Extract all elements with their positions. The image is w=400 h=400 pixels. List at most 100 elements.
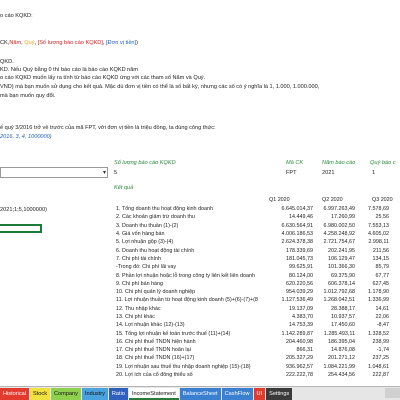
tab-cashflow[interactable]: CashFlow: [221, 387, 253, 400]
row-value[interactable]: 1.084.221,99: [315, 363, 357, 371]
selected-cell[interactable]: [0, 224, 42, 233]
table-row[interactable]: 5. Lợi nhuận gộp (3)-(4) 2.624.378,38 2.72…: [114, 238, 391, 246]
row-value[interactable]: 936.962,57: [273, 363, 315, 371]
table-row[interactable]: 10. Chi phí quản lý doanh nghiệp 954.039,…: [114, 288, 391, 296]
table-row[interactable]: -Trong đó: Chi phí lãi vay 99.625,91 101.3…: [114, 263, 391, 271]
table-row[interactable]: 18. Chi phí thuế TNDN (16)+(17) 205.327,2…: [114, 354, 391, 362]
row-value[interactable]: 28.388,17: [315, 305, 357, 313]
row-value[interactable]: 14.753,39: [273, 321, 315, 329]
row-value[interactable]: 134,15: [357, 255, 391, 263]
row-value[interactable]: 1.268.042,51: [315, 296, 357, 304]
row-value[interactable]: 4.258.248,92: [315, 230, 357, 238]
formula-cell-text[interactable]: 2021;1;5,1000000): [0, 207, 47, 213]
tab-settings[interactable]: Settings: [266, 387, 293, 400]
table-row[interactable]: 16. Chi phí thuế TNDN hiện hành 204.460,9…: [114, 338, 391, 346]
row-value[interactable]: 186.395,04: [315, 338, 357, 346]
tab-balancesheet[interactable]: BalanceSheet: [179, 387, 221, 400]
table-row[interactable]: 14. Lợi nhuận khác (12)-(13) 14.753,39 17.…: [114, 321, 391, 329]
row-value[interactable]: 6.980.002,50: [315, 222, 357, 230]
row-value[interactable]: 1.012.792,68: [315, 288, 357, 296]
table-row[interactable]: 2. Các khoản giảm trừ doanh thu 14.449,46…: [114, 213, 391, 221]
spreadsheet-grid[interactable]: o cáo KQKD: CK,Năm, Quý, [Số lượng báo c…: [0, 0, 400, 386]
tab-stock[interactable]: Stock: [30, 387, 51, 400]
table-row[interactable]: 19. Lợi nhuận sau thuế thu nhập doanh ng…: [114, 363, 391, 371]
table-row[interactable]: 11. Lợi nhuận thuần từ hoạt động kinh do…: [114, 296, 391, 304]
row-value[interactable]: 2.721.754,67: [315, 238, 357, 246]
tab-ratio[interactable]: Ratio: [108, 387, 128, 400]
table-row[interactable]: 17. Chi phí thuế TNDN hoãn lại 866,31 14.8…: [114, 346, 391, 354]
row-value[interactable]: 22,06: [357, 313, 391, 321]
row-value[interactable]: 4.383,70: [273, 313, 315, 321]
table-row[interactable]: 20. Lợi ích của cổ đông thiểu số 222.222,…: [114, 371, 391, 379]
row-value[interactable]: 19.137,09: [273, 305, 315, 313]
row-value[interactable]: 1.328,52: [357, 329, 391, 337]
row-value[interactable]: 1.285.493,11: [315, 329, 357, 337]
row-value[interactable]: 204.460,98: [273, 338, 315, 346]
row-value[interactable]: 254.434,56: [315, 371, 357, 379]
row-value[interactable]: 6.630.564,91: [273, 222, 315, 230]
report-dropdown[interactable]: ▾: [0, 167, 108, 178]
tab-ui[interactable]: UI: [253, 387, 266, 400]
row-value[interactable]: 222.222,78: [273, 371, 315, 379]
row-value[interactable]: 14.876,08: [315, 346, 357, 354]
row-value[interactable]: 6.645.014,37: [273, 205, 315, 213]
row-value[interactable]: 954.039,29: [273, 288, 315, 296]
slbc-value[interactable]: 5: [114, 170, 117, 176]
mack-value[interactable]: FPT: [286, 170, 297, 176]
quy-value[interactable]: 1: [372, 170, 375, 176]
row-value[interactable]: 181.045,73: [273, 255, 315, 263]
row-value[interactable]: 106.129,47: [315, 255, 357, 263]
row-value[interactable]: 14.449,46: [273, 213, 315, 221]
row-value[interactable]: 222,87: [357, 371, 391, 379]
row-value[interactable]: 14,61: [357, 305, 391, 313]
row-value[interactable]: 620.220,56: [273, 280, 315, 288]
row-value[interactable]: 99.625,91: [273, 263, 315, 271]
tab-historical[interactable]: Historical: [0, 387, 30, 400]
row-value[interactable]: 10.937,57: [315, 313, 357, 321]
table-row[interactable]: 12. Thu nhập khác 19.137,09 28.388,17 14,61: [114, 305, 391, 313]
row-value[interactable]: 6.997.263,49: [315, 205, 357, 213]
table-row[interactable]: 6. Doanh thu hoạt động tài chính 178.339,…: [114, 246, 391, 254]
tab-industry[interactable]: Industry: [81, 387, 108, 400]
row-value[interactable]: 1.178,90: [357, 288, 391, 296]
nam-value[interactable]: 2021: [322, 170, 334, 176]
row-value[interactable]: 211,56: [357, 246, 391, 254]
tab-company[interactable]: Company: [51, 387, 81, 400]
row-value[interactable]: -1,74: [357, 346, 391, 354]
row-value[interactable]: -8,47: [357, 321, 391, 329]
table-row[interactable]: 1. Tổng doanh thu hoạt động kinh doanh 6.…: [114, 205, 391, 213]
row-value[interactable]: 25.56: [357, 213, 391, 221]
row-value[interactable]: 238,99: [357, 338, 391, 346]
row-value[interactable]: 69.375,90: [315, 271, 357, 279]
row-value[interactable]: 67,77: [357, 271, 391, 279]
row-value[interactable]: 202.241,95: [315, 246, 357, 254]
row-value[interactable]: 85,79: [357, 263, 391, 271]
row-value[interactable]: 7.553,13: [357, 222, 391, 230]
row-value[interactable]: 237,25: [357, 354, 391, 362]
horizontal-scrollbar[interactable]: [385, 388, 400, 398]
row-value[interactable]: 627,45: [357, 280, 391, 288]
table-row[interactable]: 8. Phần lợi nhuận hoặc lỗ trong công ty …: [114, 271, 391, 279]
table-row[interactable]: 15. Tổng lợi nhuận kế toán trước thuế (1…: [114, 329, 391, 337]
row-value[interactable]: 4.006.186,53: [273, 230, 315, 238]
row-value[interactable]: 205.327,29: [273, 354, 315, 362]
row-value[interactable]: 2.624.378,38: [273, 238, 315, 246]
row-value[interactable]: 80.124,00: [273, 271, 315, 279]
row-value[interactable]: 17.450,60: [315, 321, 357, 329]
row-value[interactable]: 201.271,12: [315, 354, 357, 362]
row-value[interactable]: 1.142.289,87: [273, 329, 315, 337]
chevron-down-icon[interactable]: ▾: [103, 169, 106, 176]
row-value[interactable]: 2.998,11: [357, 238, 391, 246]
row-value[interactable]: 17.260,99: [315, 213, 357, 221]
tab-incomestatement[interactable]: IncomeStatement: [128, 387, 179, 400]
table-row[interactable]: 13. Chi phí khác 4.383,70 10.937,57 22,06: [114, 313, 391, 321]
row-value[interactable]: 1.127.536,49: [273, 296, 315, 304]
row-value[interactable]: 178.339,69: [273, 246, 315, 254]
table-row[interactable]: 3. Doanh thu thuần (1)-(2) 6.630.564,91 6.…: [114, 222, 391, 230]
row-value[interactable]: 1.336,99: [357, 296, 391, 304]
row-value[interactable]: 101.366,30: [315, 263, 357, 271]
row-value[interactable]: 1.048,61: [357, 363, 391, 371]
row-value[interactable]: 606.378,14: [315, 280, 357, 288]
row-value[interactable]: 866,31: [273, 346, 315, 354]
table-row[interactable]: 9. Chi phí bán hàng 620.220,56 606.378,14 6…: [114, 280, 391, 288]
